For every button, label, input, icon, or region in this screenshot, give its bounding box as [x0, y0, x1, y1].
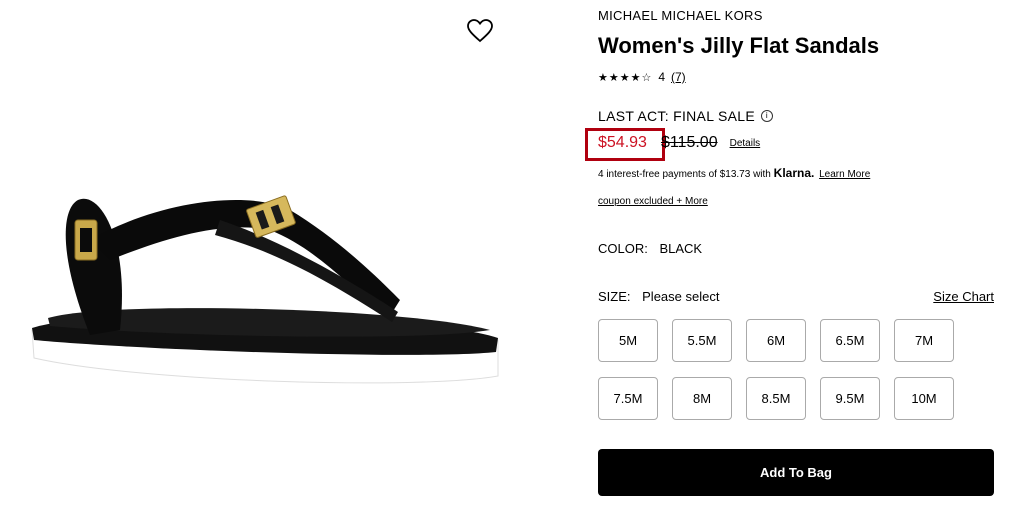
- size-label: SIZE:: [598, 289, 631, 304]
- learn-more-link[interactable]: Learn More: [819, 169, 870, 180]
- size-option[interactable]: 6.5M: [820, 319, 880, 362]
- size-option[interactable]: 9.5M: [820, 377, 880, 420]
- sale-label-text: LAST ACT: FINAL SALE: [598, 108, 755, 124]
- add-to-bag-button[interactable]: Add To Bag: [598, 449, 994, 496]
- size-option[interactable]: 7.5M: [598, 377, 658, 420]
- size-option[interactable]: 7M: [894, 319, 954, 362]
- size-option[interactable]: 10M: [894, 377, 954, 420]
- sale-price: $54.93: [598, 134, 647, 151]
- color-selector: COLOR: BLACK: [598, 241, 702, 256]
- price-row: $54.93 $115.00 Details: [598, 134, 760, 152]
- details-link[interactable]: Details: [730, 138, 761, 149]
- review-count-link[interactable]: (7): [671, 70, 686, 84]
- heart-icon[interactable]: [466, 18, 494, 44]
- size-placeholder: Please select: [642, 289, 720, 304]
- klarna-logo: Klarna.: [773, 166, 815, 180]
- size-option[interactable]: 8.5M: [746, 377, 806, 420]
- original-price: $115.00: [660, 134, 718, 151]
- info-icon[interactable]: i: [760, 110, 773, 122]
- size-chart-link[interactable]: Size Chart: [933, 289, 994, 304]
- size-header: SIZE: Please select Size Chart: [598, 289, 994, 304]
- sale-label: LAST ACT: FINAL SALE i: [598, 108, 773, 124]
- size-option[interactable]: 6M: [746, 319, 806, 362]
- color-value: BLACK: [659, 241, 703, 256]
- size-option[interactable]: 5M: [598, 319, 658, 362]
- brand-name[interactable]: MICHAEL MICHAEL KORS: [598, 8, 763, 23]
- product-image-area: [0, 0, 560, 505]
- rating-value: 4: [658, 70, 665, 84]
- color-label: COLOR:: [598, 241, 648, 256]
- size-option[interactable]: 8M: [672, 377, 732, 420]
- rating-summary[interactable]: ★★★★☆ 4 (7): [598, 70, 686, 84]
- klarna-info: 4 interest-free payments of $13.73 with …: [598, 166, 870, 180]
- product-title: Women's Jilly Flat Sandals: [598, 33, 880, 58]
- klarna-text: 4 interest-free payments of $13.73 with: [598, 169, 771, 180]
- star-rating-icon: ★★★★☆: [598, 71, 653, 84]
- coupon-link[interactable]: coupon excluded + More: [598, 196, 708, 207]
- size-option[interactable]: 5.5M: [672, 319, 732, 362]
- product-image: [31, 195, 499, 384]
